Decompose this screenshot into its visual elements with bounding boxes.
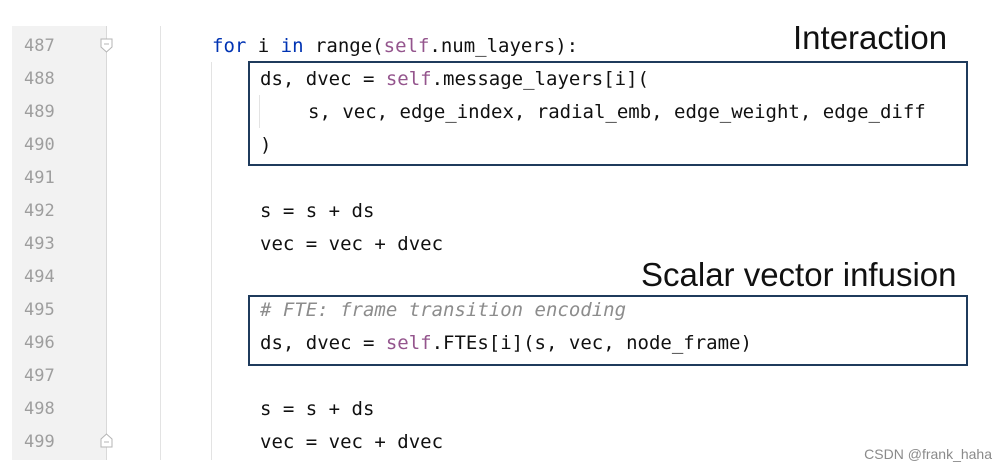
line-number: 497: [24, 366, 55, 386]
fold-start-icon[interactable]: [100, 38, 113, 53]
line-number: 489: [24, 102, 55, 122]
line-number: 494: [24, 267, 55, 287]
code-token: vec = vec + dvec: [260, 431, 444, 453]
infusion-annotation: Scalar vector infusion: [641, 256, 957, 293]
line-number: 498: [24, 399, 55, 419]
code-line-499[interactable]: vec = vec + dvec: [260, 426, 443, 459]
code-token: range(: [303, 35, 384, 57]
indent-guide: [160, 26, 161, 460]
line-number: 490: [24, 135, 55, 155]
line-number-gutter: 487 488 489 490 491 492 493 494 495 496 …: [12, 26, 106, 460]
infusion-highlight-box: [248, 295, 968, 366]
gutter-divider: [106, 26, 107, 460]
code-token: vec = vec + dvec: [260, 233, 444, 255]
line-number: 499: [24, 432, 55, 452]
code-line-498[interactable]: s = s + ds: [260, 393, 374, 426]
line-number: 493: [24, 234, 55, 254]
watermark: CSDN @frank_haha: [864, 446, 992, 462]
line-number: 488: [24, 69, 55, 89]
line-number: 496: [24, 333, 55, 353]
code-token: s = s + ds: [260, 398, 375, 420]
code-token: .num_layers):: [429, 35, 579, 57]
code-token: s = s + ds: [260, 200, 375, 222]
line-number: 492: [24, 201, 55, 221]
line-number: 487: [24, 36, 55, 56]
code-editor: 487 488 489 490 491 492 493 494 495 496 …: [0, 0, 1004, 471]
interaction-highlight-box: [248, 61, 968, 166]
line-number: 491: [24, 168, 55, 188]
self-keyword: self: [383, 35, 430, 57]
code-line-487[interactable]: for i in range(self.num_layers):: [212, 30, 578, 63]
indent-guide: [211, 62, 212, 460]
keyword: for: [212, 35, 247, 57]
interaction-annotation: Interaction: [793, 19, 948, 56]
fold-end-icon[interactable]: [100, 433, 113, 448]
code-line-493[interactable]: vec = vec + dvec: [260, 228, 443, 261]
line-number: 495: [24, 300, 55, 320]
keyword: in: [280, 35, 304, 57]
code-line-492[interactable]: s = s + ds: [260, 195, 374, 228]
code-token: i: [246, 35, 281, 57]
